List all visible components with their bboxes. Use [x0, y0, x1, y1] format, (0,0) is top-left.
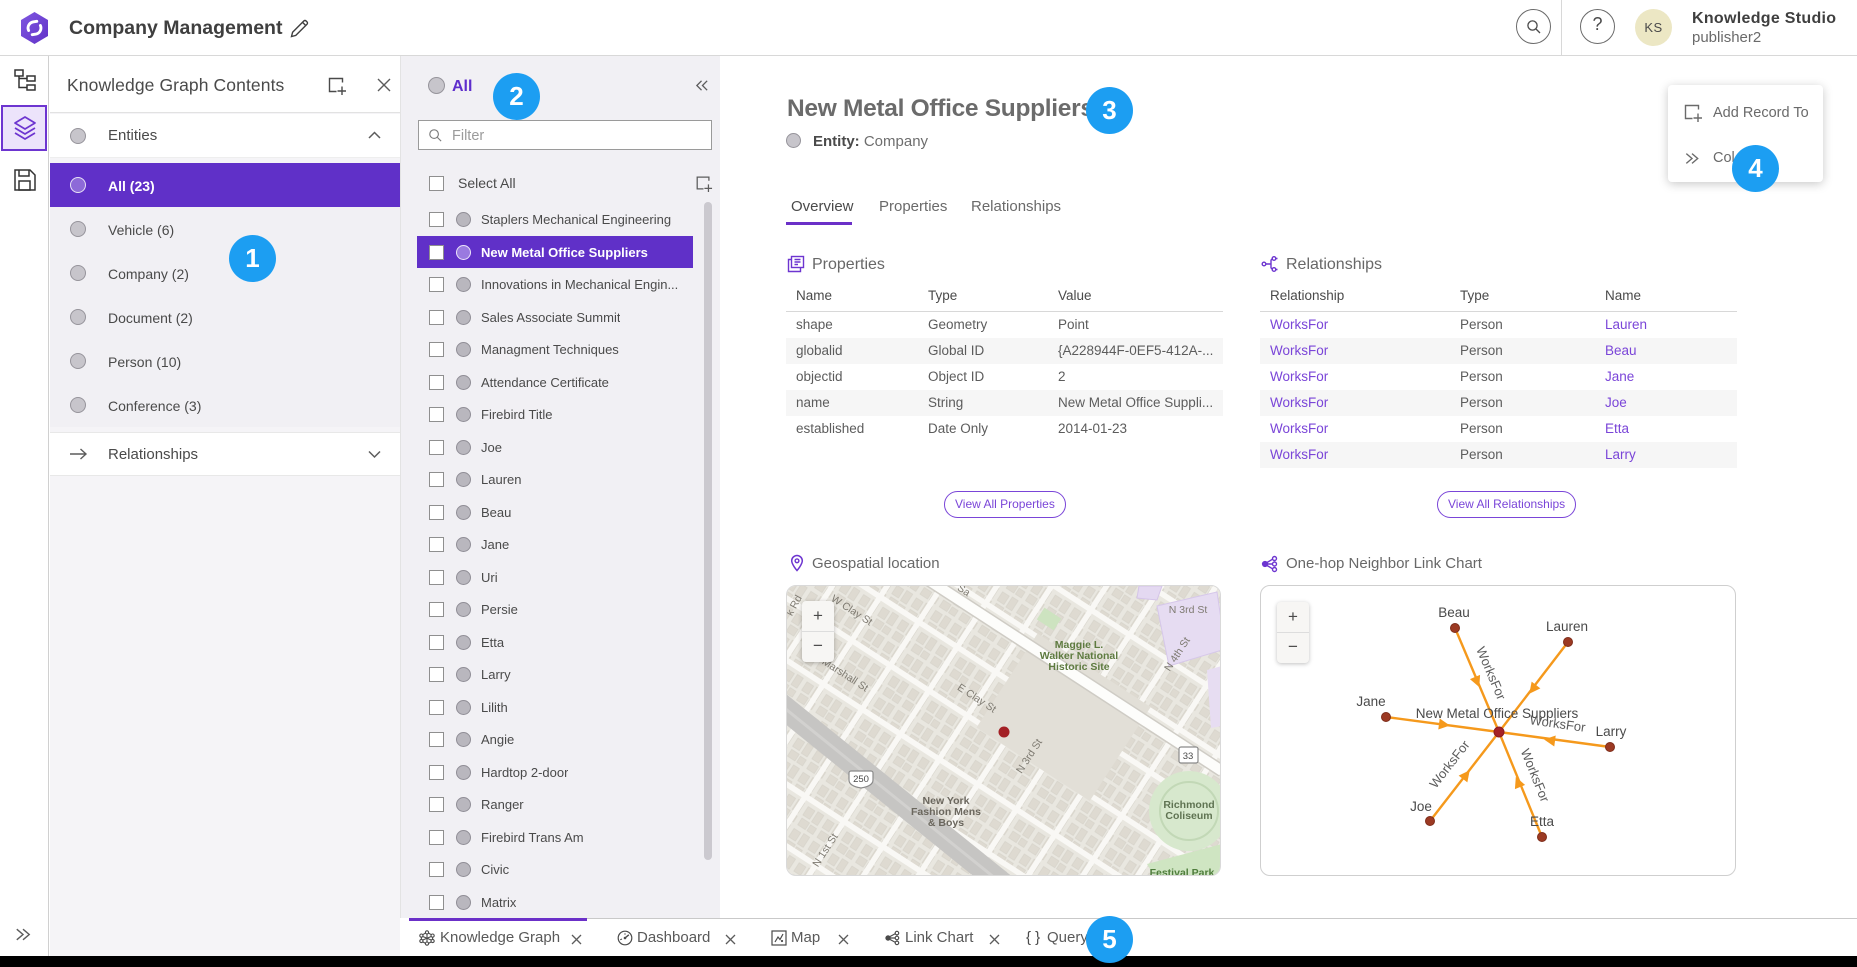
svg-text:Historic Site: Historic Site [1048, 661, 1109, 673]
svg-text:WorksFor: WorksFor [1473, 644, 1509, 702]
svg-text:N 3rd St: N 3rd St [1169, 604, 1208, 616]
svg-text:Coliseum: Coliseum [1165, 810, 1212, 822]
svg-text:Festival Park: Festival Park [1150, 867, 1215, 876]
svg-text:Lauren: Lauren [1546, 619, 1588, 634]
svg-text:Beau: Beau [1438, 605, 1470, 620]
svg-text:Jane: Jane [1356, 694, 1385, 709]
svg-text:33: 33 [1183, 751, 1194, 762]
svg-text:WorksFor: WorksFor [1529, 712, 1587, 735]
svg-text:Etta: Etta [1530, 814, 1555, 829]
svg-text:250: 250 [853, 774, 869, 785]
svg-text:WorksFor: WorksFor [1426, 737, 1473, 791]
svg-text:& Boys: & Boys [928, 817, 964, 829]
svg-text:WorksFor: WorksFor [1518, 746, 1553, 804]
svg-text:Larry: Larry [1596, 724, 1627, 739]
svg-text:Joe: Joe [1410, 799, 1432, 814]
